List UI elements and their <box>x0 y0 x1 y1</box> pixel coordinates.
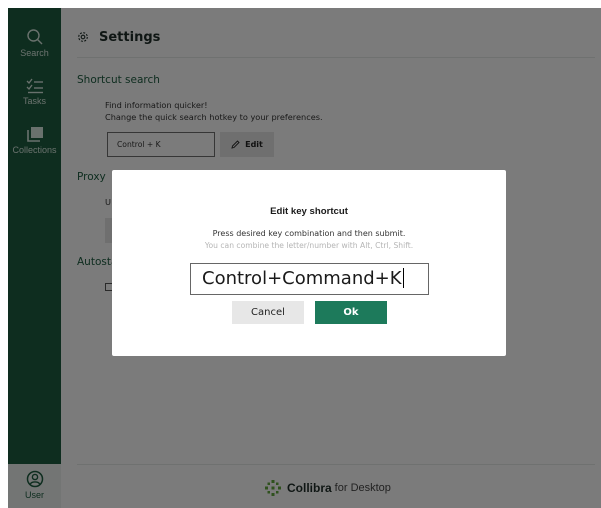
text-caret <box>402 267 404 288</box>
edit-key-shortcut-dialog: Edit key shortcut Press desired key comb… <box>112 170 506 356</box>
dialog-title: Edit key shortcut <box>270 206 348 217</box>
dialog-description: Press desired key combination and then s… <box>212 229 406 238</box>
key-shortcut-value: Control+Command+K <box>202 268 402 289</box>
dialog-hint: You can combine the letter/number with A… <box>204 241 414 250</box>
ok-button[interactable]: Ok <box>315 301 387 324</box>
cancel-button[interactable]: Cancel <box>232 301 304 324</box>
key-shortcut-input[interactable]: Control+Command+K <box>190 263 429 295</box>
